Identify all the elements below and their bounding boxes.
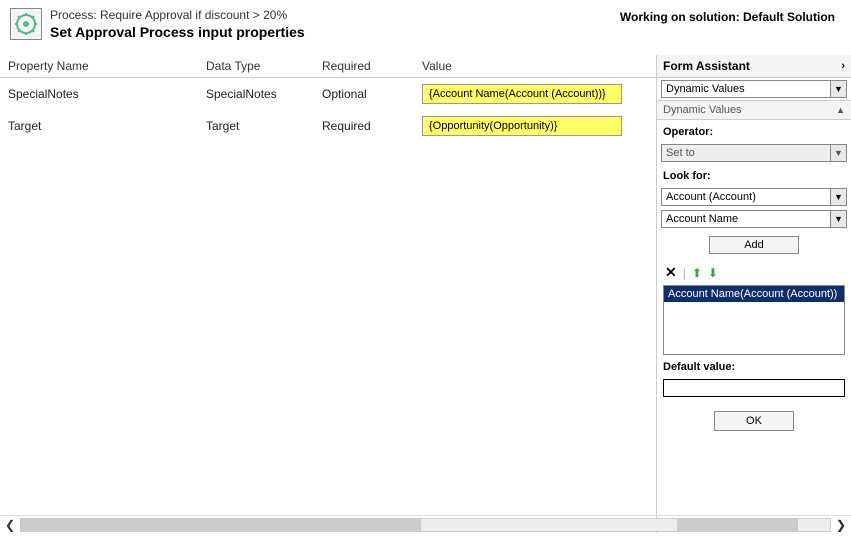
move-up-icon[interactable]: ⬆	[692, 266, 702, 280]
default-value-label: Default value:	[663, 361, 845, 373]
add-button[interactable]: Add	[709, 236, 799, 254]
operator-select[interactable]: Set to ▼	[661, 144, 847, 162]
move-down-icon[interactable]: ⬇	[708, 266, 718, 280]
collapse-icon: ▲	[836, 105, 845, 115]
scroll-left-icon[interactable]: ❮	[0, 518, 20, 532]
page-title: Set Approval Process input properties	[50, 24, 620, 40]
dropdown-icon[interactable]: ▼	[830, 189, 846, 205]
dropdown-icon[interactable]: ▼	[830, 81, 846, 97]
separator: |	[683, 266, 686, 280]
lookfor-attribute-select[interactable]: Account Name ▼	[661, 210, 847, 228]
col-value: Value	[422, 59, 656, 73]
process-gear-icon	[10, 8, 42, 40]
scroll-right-icon[interactable]: ❯	[831, 518, 851, 532]
table-row[interactable]: SpecialNotes SpecialNotes Optional {Acco…	[0, 78, 656, 110]
col-required: Required	[322, 59, 422, 73]
lookfor-entity-select[interactable]: Account (Account) ▼	[661, 188, 847, 206]
process-line: Process: Require Approval if discount > …	[50, 8, 620, 22]
dynamic-values-select[interactable]: Dynamic Values ▼	[661, 80, 847, 98]
working-solution: Working on solution: Default Solution	[620, 8, 841, 24]
dropdown-icon[interactable]: ▼	[830, 145, 846, 161]
form-assistant-header[interactable]: Form Assistant ›	[657, 55, 851, 78]
property-table-header: Property Name Data Type Required Value	[0, 55, 656, 78]
delete-icon[interactable]: ✕	[665, 264, 677, 281]
prop-value-input[interactable]: {Account Name(Account (Account))}	[422, 84, 622, 104]
prop-required: Optional	[322, 87, 422, 101]
prop-type: Target	[206, 119, 322, 133]
default-value-input[interactable]	[663, 379, 845, 397]
dynamic-values-section[interactable]: Dynamic Values ▲	[657, 100, 851, 120]
dropdown-icon[interactable]: ▼	[830, 211, 846, 227]
lookfor-label: Look for:	[663, 170, 845, 182]
table-row[interactable]: Target Target Required {Opportunity(Oppo…	[0, 110, 656, 142]
prop-required: Required	[322, 119, 422, 133]
selected-values-list[interactable]: Account Name(Account (Account))	[663, 285, 845, 355]
col-property-name: Property Name	[0, 59, 206, 73]
chevron-right-icon: ›	[841, 60, 845, 72]
list-item[interactable]: Account Name(Account (Account))	[664, 286, 844, 302]
ok-button[interactable]: OK	[714, 411, 794, 431]
prop-name: Target	[0, 119, 206, 133]
prop-type: SpecialNotes	[206, 87, 322, 101]
prop-name: SpecialNotes	[0, 87, 206, 101]
sidebar-scrollbar[interactable]: ❮ ❯	[657, 515, 851, 533]
form-assistant-title: Form Assistant	[663, 59, 750, 73]
operator-label: Operator:	[663, 126, 845, 138]
col-data-type: Data Type	[206, 59, 322, 73]
prop-value-input[interactable]: {Opportunity(Opportunity)}	[422, 116, 622, 136]
